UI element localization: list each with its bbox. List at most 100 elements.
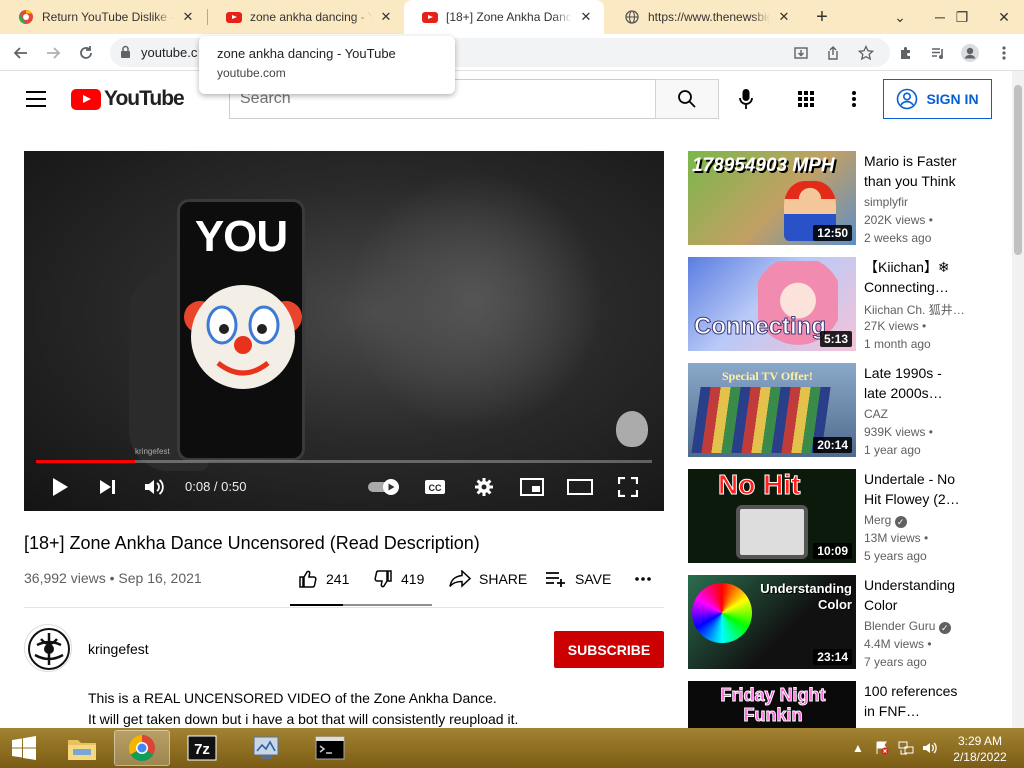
close-tab-icon[interactable]: ✕ [578, 9, 594, 25]
settings-more-icon[interactable] [842, 87, 866, 111]
voice-search-mic-icon[interactable] [730, 83, 762, 115]
browser-menu-icon[interactable] [991, 40, 1017, 66]
tab-zone-ankha-dancing[interactable]: zone ankha dancing - You ✕ [208, 0, 404, 34]
recommended-channel[interactable]: CAZ [864, 407, 888, 421]
video-thumbnail[interactable]: No Hit 10:09 [688, 469, 856, 563]
settings-gear-icon[interactable] [472, 469, 496, 505]
recommended-title[interactable]: Undertale - No Hit Flowey (2… [864, 469, 964, 509]
video-player[interactable]: YOU kringefest 0:08 / 0:50 CC [24, 151, 664, 511]
profile-avatar-icon[interactable] [957, 40, 983, 66]
recommended-title[interactable]: Mario is Faster than you Think [864, 151, 964, 191]
network-icon[interactable] [898, 740, 914, 756]
forward-arrow-icon[interactable] [40, 40, 66, 66]
sign-in-button[interactable]: SIGN IN [883, 79, 992, 119]
volume-tray-icon[interactable] [922, 740, 938, 756]
save-button[interactable]: SAVE [545, 567, 611, 591]
recommended-video[interactable]: 178954903 MPH 12:50 Mario is Faster than… [688, 151, 1008, 245]
next-video-icon[interactable] [96, 469, 120, 505]
recommended-age: 1 year ago [864, 443, 921, 457]
close-tab-icon[interactable]: ✕ [180, 9, 196, 25]
recommended-age: 2 weeks ago [864, 231, 932, 245]
thumbnail-text: Understanding Color [760, 581, 852, 612]
close-tab-icon[interactable]: ✕ [776, 9, 792, 25]
extensions-puzzle-icon[interactable] [893, 40, 919, 66]
recommended-channel[interactable]: Merg ✓ [864, 513, 907, 528]
dislike-button[interactable]: 419 [373, 567, 424, 591]
new-tab-button[interactable]: + [812, 7, 832, 27]
tab-return-youtube-dislike[interactable]: Return YouTube Dislike - ✕ [0, 0, 206, 34]
theater-mode-icon[interactable] [566, 469, 594, 505]
search-button[interactable] [655, 79, 719, 119]
system-clock[interactable]: 3:29 AM 2/18/2022 [948, 733, 1012, 765]
recommended-video[interactable]: Friday Night Funkin 100 references in FN… [688, 681, 1008, 728]
install-app-icon[interactable] [788, 40, 814, 66]
play-icon[interactable] [48, 469, 72, 505]
verified-badge-icon: ✓ [894, 516, 907, 528]
taskbar-command-prompt[interactable] [302, 730, 358, 766]
show-hidden-icons-icon[interactable]: ▲ [850, 740, 866, 756]
fullscreen-icon[interactable] [616, 469, 640, 505]
share-button[interactable]: SHARE [449, 567, 527, 591]
recommended-title[interactable]: 100 references in FNF… [864, 681, 964, 721]
recommended-video[interactable]: Connecting 5:13 【Kiichan】❄ Connecting… K… [688, 257, 1008, 351]
recommended-title[interactable]: Understanding Color [864, 575, 964, 615]
thumbs-down-icon [374, 570, 392, 588]
more-actions-icon[interactable] [634, 567, 652, 591]
youtube-logo-text: YouTube [104, 87, 185, 110]
like-dislike-ratio-bar [290, 604, 432, 606]
reload-icon[interactable] [73, 40, 99, 66]
action-center-flag-icon[interactable] [874, 740, 890, 756]
apps-grid-icon[interactable] [794, 87, 818, 111]
autoplay-toggle[interactable] [367, 469, 403, 505]
scrollbar-thumb[interactable] [1014, 85, 1022, 255]
close-tab-icon[interactable]: ✕ [378, 9, 394, 25]
taskbar-file-explorer[interactable] [54, 730, 110, 766]
windows-taskbar: 7z ▲ 3:29 AM 2/18/2022 [0, 728, 1024, 768]
start-button[interactable] [0, 730, 48, 766]
hamburger-menu-icon[interactable] [26, 91, 46, 107]
video-thumbnail[interactable]: Special TV Offer! 20:14 [688, 363, 856, 457]
recommended-channel[interactable]: Blender Guru ✓ [864, 619, 951, 634]
recommended-video[interactable]: No Hit 10:09 Undertale - No Hit Flowey (… [688, 469, 1008, 563]
video-time: 0:08 / 0:50 [185, 479, 247, 494]
taskbar-system-app[interactable] [238, 730, 294, 766]
recommended-views: 27K views • [864, 319, 927, 333]
recommended-channel[interactable]: simplyfir [864, 195, 908, 209]
recommended-title[interactable]: Late 1990s - late 2000s… [864, 363, 964, 403]
taskbar-chrome[interactable] [114, 730, 170, 766]
tab-zone-ankha-dance-active[interactable]: [18+] Zone Ankha Dance ✕ [404, 0, 604, 34]
recommended-video[interactable]: Understanding Color 23:14 Understanding … [688, 575, 1008, 669]
youtube-favicon-icon [226, 9, 242, 25]
tab-search-chevron-icon[interactable]: ⌄ [880, 0, 920, 34]
restore-button[interactable]: ❐ [942, 0, 982, 34]
taskbar-7zip[interactable]: 7z [174, 730, 230, 766]
recommended-title[interactable]: 【Kiichan】❄ Connecting… [864, 257, 964, 297]
volume-icon[interactable] [142, 469, 168, 505]
page-scrollbar[interactable] [1012, 71, 1024, 728]
channel-avatar[interactable] [24, 624, 72, 672]
video-progress-bar[interactable] [36, 460, 652, 463]
close-window-button[interactable]: ✕ [984, 0, 1024, 34]
video-duration: 12:50 [813, 225, 852, 241]
video-thumbnail[interactable]: Understanding Color 23:14 [688, 575, 856, 669]
channel-watermark-icon[interactable] [616, 411, 648, 447]
video-thumbnail[interactable]: Connecting 5:13 [688, 257, 856, 351]
recommended-channel[interactable]: Kiichan Ch. 狐井… [864, 301, 965, 318]
youtube-logo[interactable]: YouTube [71, 87, 185, 111]
back-arrow-icon[interactable] [8, 40, 34, 66]
lock-icon[interactable] [120, 45, 131, 64]
media-queue-icon[interactable] [925, 40, 951, 66]
channel-name[interactable]: kringefest [88, 641, 149, 657]
share-page-icon[interactable] [820, 40, 846, 66]
subscribe-button[interactable]: SUBSCRIBE [554, 631, 664, 668]
tab-thenewsbig[interactable]: https://www.thenewsbig ✕ [606, 0, 802, 34]
miniplayer-icon[interactable] [519, 469, 545, 505]
monitor-app-icon [253, 736, 279, 759]
recommended-video[interactable]: Special TV Offer! 20:14 Late 1990s - lat… [688, 363, 1008, 457]
captions-icon[interactable]: CC [423, 469, 447, 505]
bookmark-star-icon[interactable] [853, 40, 879, 66]
like-button[interactable]: 241 [298, 567, 349, 591]
video-thumbnail[interactable]: 178954903 MPH 12:50 [688, 151, 856, 245]
video-thumbnail[interactable]: Friday Night Funkin [688, 681, 856, 728]
tab-title: [18+] Zone Ankha Dance [446, 10, 572, 24]
